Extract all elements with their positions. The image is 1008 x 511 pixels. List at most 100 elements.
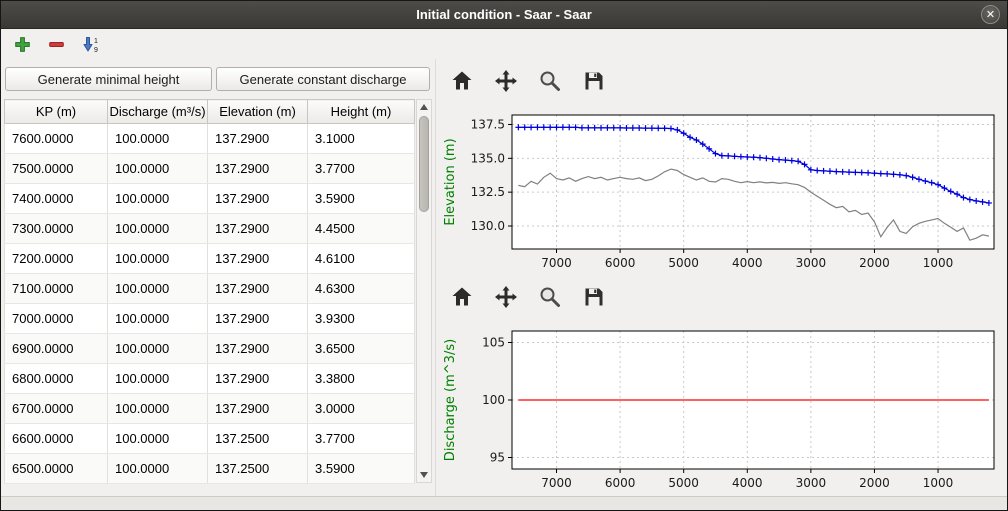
- column-header[interactable]: Elevation (m): [208, 100, 308, 124]
- scroll-down-button[interactable]: [417, 468, 431, 482]
- initial-condition-table[interactable]: KP (m)Discharge (m³/s)Elevation (m)Heigh…: [4, 99, 415, 484]
- svg-text:6000: 6000: [605, 256, 636, 270]
- table-cell[interactable]: 4.6300: [308, 274, 415, 304]
- column-header[interactable]: Discharge (m³/s): [108, 100, 208, 124]
- svg-text:5000: 5000: [668, 476, 699, 490]
- svg-text:132.5: 132.5: [471, 185, 505, 199]
- svg-text:105: 105: [482, 336, 505, 350]
- table-row[interactable]: 6700.0000100.0000137.29003.0000: [5, 394, 415, 424]
- sort-rows-button[interactable]: 1 9: [77, 31, 103, 57]
- add-row-button[interactable]: [9, 31, 35, 57]
- home-button[interactable]: [448, 67, 476, 95]
- table-cell[interactable]: 100.0000: [108, 304, 208, 334]
- svg-text:1000: 1000: [923, 476, 954, 490]
- svg-text:2000: 2000: [859, 476, 890, 490]
- table-row[interactable]: 7200.0000100.0000137.29004.6100: [5, 244, 415, 274]
- table-row[interactable]: 7500.0000100.0000137.29003.7700: [5, 154, 415, 184]
- table-cell[interactable]: 100.0000: [108, 214, 208, 244]
- table-cell[interactable]: 3.7700: [308, 154, 415, 184]
- table-cell[interactable]: 7400.0000: [5, 184, 108, 214]
- table-cell[interactable]: 100.0000: [108, 244, 208, 274]
- scrollbar-thumb[interactable]: [419, 116, 429, 212]
- table-cell[interactable]: 3.5900: [308, 184, 415, 214]
- table-cell[interactable]: 100.0000: [108, 454, 208, 484]
- sort-first-label: 1: [94, 38, 98, 45]
- table-cell[interactable]: 6600.0000: [5, 424, 108, 454]
- table-cell[interactable]: 3.9300: [308, 304, 415, 334]
- table-cell[interactable]: 4.6100: [308, 244, 415, 274]
- table-cell[interactable]: 100.0000: [108, 124, 208, 154]
- table-row[interactable]: 7100.0000100.0000137.29004.6300: [5, 274, 415, 304]
- table-cell[interactable]: 3.6500: [308, 334, 415, 364]
- table-cell[interactable]: 6900.0000: [5, 334, 108, 364]
- discharge-chart-canvas[interactable]: 700060005000400030002000100095100105Disc…: [438, 321, 1006, 495]
- table-scrollbar[interactable]: [416, 99, 432, 483]
- table-cell[interactable]: 3.3800: [308, 364, 415, 394]
- table-cell[interactable]: 6800.0000: [5, 364, 108, 394]
- table-cell[interactable]: 137.2900: [208, 364, 308, 394]
- table-cell[interactable]: 137.2900: [208, 184, 308, 214]
- column-header[interactable]: KP (m): [5, 100, 108, 124]
- table-cell[interactable]: 137.2500: [208, 424, 308, 454]
- table-cell[interactable]: 6700.0000: [5, 394, 108, 424]
- table-row[interactable]: 7600.0000100.0000137.29003.1000: [5, 124, 415, 154]
- table-cell[interactable]: 7500.0000: [5, 154, 108, 184]
- table-cell[interactable]: 100.0000: [108, 154, 208, 184]
- table-cell[interactable]: 100.0000: [108, 424, 208, 454]
- pan-icon: [494, 285, 518, 309]
- table-cell[interactable]: 137.2900: [208, 214, 308, 244]
- table-cell[interactable]: 6500.0000: [5, 454, 108, 484]
- table-cell[interactable]: 100.0000: [108, 394, 208, 424]
- table-cell[interactable]: 137.2900: [208, 394, 308, 424]
- table-cell[interactable]: 137.2900: [208, 244, 308, 274]
- table-cell[interactable]: 3.7700: [308, 424, 415, 454]
- table-row[interactable]: 7300.0000100.0000137.29004.4500: [5, 214, 415, 244]
- table-cell[interactable]: 3.0000: [308, 394, 415, 424]
- svg-text:Discharge (m^3/s): Discharge (m^3/s): [443, 339, 458, 461]
- table-cell[interactable]: 100.0000: [108, 334, 208, 364]
- table-cell[interactable]: 137.2500: [208, 454, 308, 484]
- home-button[interactable]: [448, 283, 476, 311]
- pan-button[interactable]: [492, 67, 520, 95]
- pan-button[interactable]: [492, 283, 520, 311]
- table-cell[interactable]: 137.2900: [208, 304, 308, 334]
- table-cell[interactable]: 7200.0000: [5, 244, 108, 274]
- svg-text:4000: 4000: [732, 256, 763, 270]
- save-icon: [582, 285, 606, 309]
- zoom-button[interactable]: [536, 67, 564, 95]
- plots-panel: 7000600050004000300020001000130.0132.513…: [435, 59, 1008, 497]
- scroll-up-button[interactable]: [417, 100, 431, 114]
- close-button[interactable]: ✕: [981, 5, 1000, 24]
- table-cell[interactable]: 137.2900: [208, 334, 308, 364]
- table-row[interactable]: 7400.0000100.0000137.29003.5900: [5, 184, 415, 214]
- elevation-chart-canvas[interactable]: 7000600050004000300020001000130.0132.513…: [438, 105, 1006, 277]
- table-cell[interactable]: 137.2900: [208, 124, 308, 154]
- table-cell[interactable]: 7300.0000: [5, 214, 108, 244]
- generate-minimal-height-button[interactable]: Generate minimal height: [5, 67, 212, 91]
- save-button[interactable]: [580, 67, 608, 95]
- table-row[interactable]: 6600.0000100.0000137.25003.7700: [5, 424, 415, 454]
- table-cell[interactable]: 100.0000: [108, 274, 208, 304]
- remove-row-button[interactable]: [43, 31, 69, 57]
- column-header[interactable]: Height (m): [308, 100, 415, 124]
- table-cell[interactable]: 137.2900: [208, 274, 308, 304]
- table-cell[interactable]: 7100.0000: [5, 274, 108, 304]
- table-row[interactable]: 6800.0000100.0000137.29003.3800: [5, 364, 415, 394]
- table-body: 7600.0000100.0000137.29003.10007500.0000…: [5, 124, 415, 484]
- sort-rows-icon: 1 9: [81, 36, 100, 53]
- table-row[interactable]: 7000.0000100.0000137.29003.9300: [5, 304, 415, 334]
- table-cell[interactable]: 100.0000: [108, 364, 208, 394]
- table-cell[interactable]: 7000.0000: [5, 304, 108, 334]
- table-cell[interactable]: 4.4500: [308, 214, 415, 244]
- table-cell[interactable]: 3.5900: [308, 454, 415, 484]
- table-cell[interactable]: 137.2900: [208, 154, 308, 184]
- table-cell[interactable]: 7600.0000: [5, 124, 108, 154]
- save-button[interactable]: [580, 283, 608, 311]
- zoom-button[interactable]: [536, 283, 564, 311]
- generate-constant-discharge-button[interactable]: Generate constant discharge: [216, 67, 430, 91]
- table-cell[interactable]: 100.0000: [108, 184, 208, 214]
- table-cell[interactable]: 3.1000: [308, 124, 415, 154]
- table-row[interactable]: 6500.0000100.0000137.25003.5900: [5, 454, 415, 484]
- table-row[interactable]: 6900.0000100.0000137.29003.6500: [5, 334, 415, 364]
- pan-icon: [494, 69, 518, 93]
